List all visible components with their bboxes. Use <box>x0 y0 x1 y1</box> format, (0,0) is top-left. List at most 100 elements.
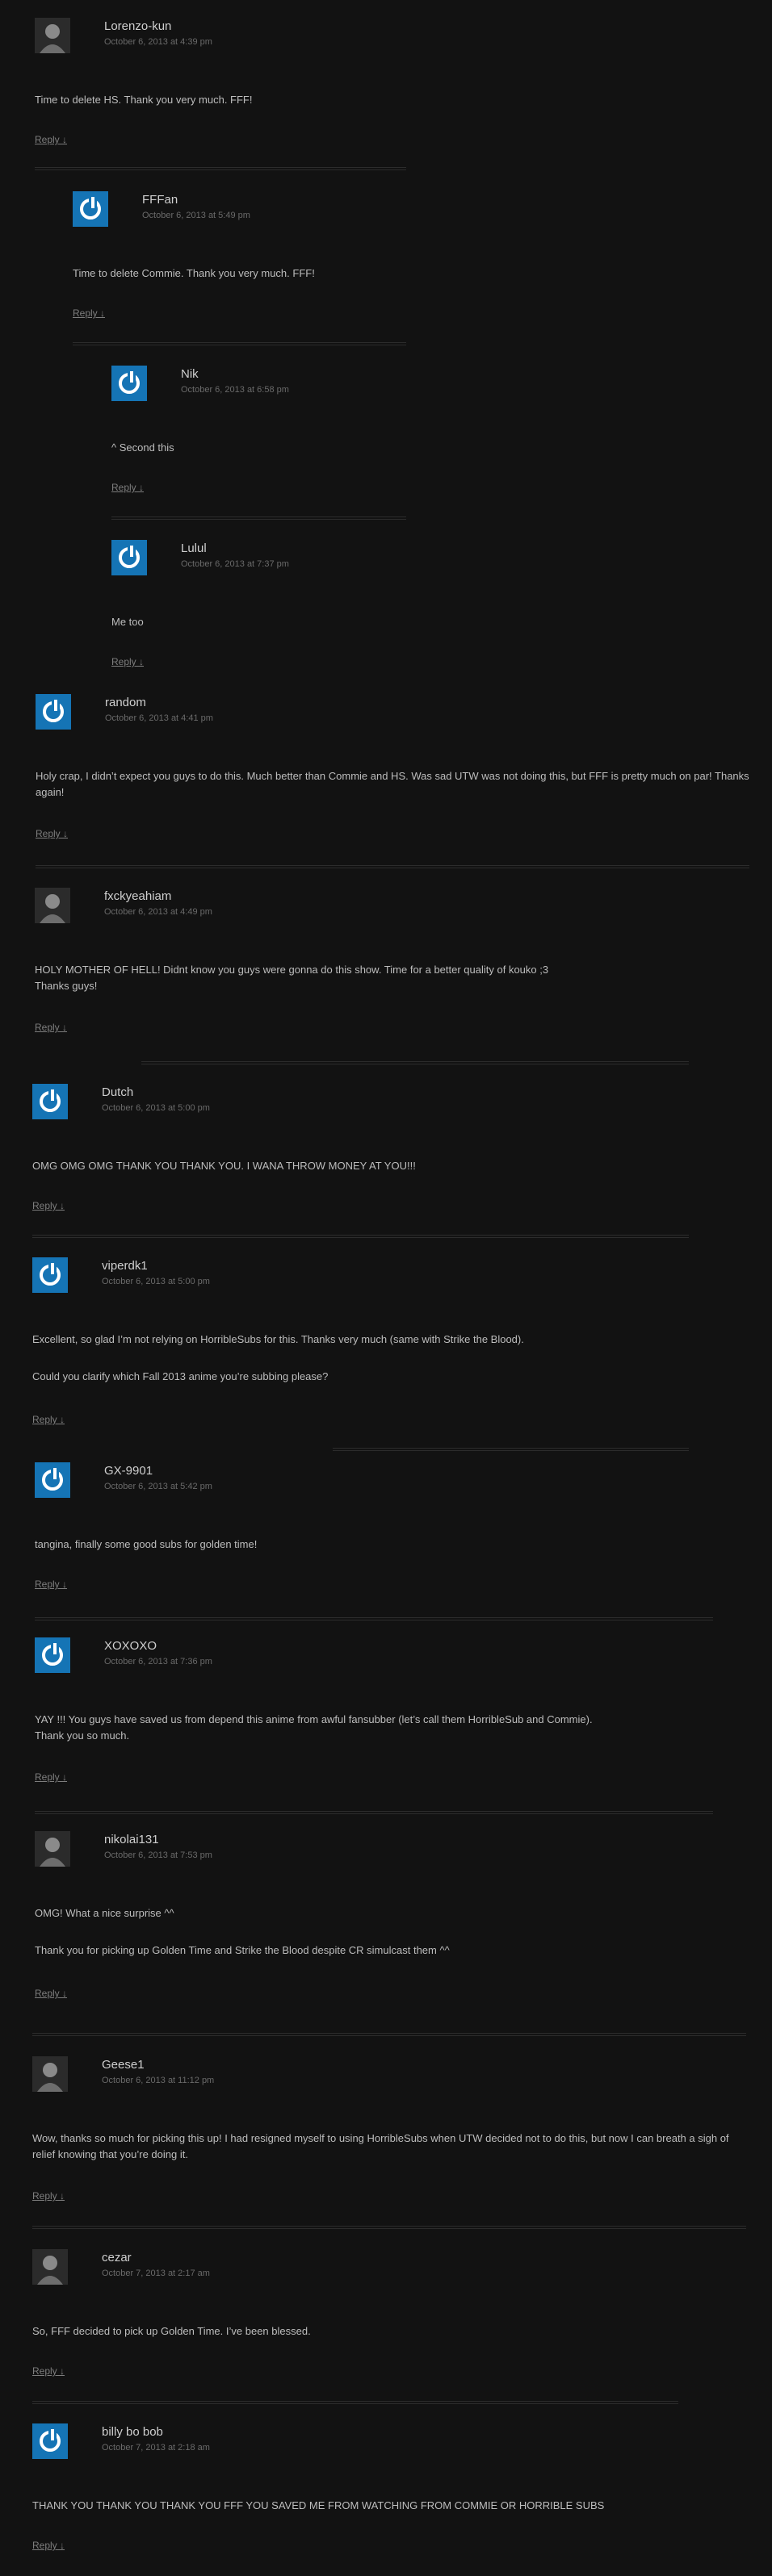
comment-author[interactable]: nikolai131 <box>104 1833 159 1846</box>
comment-author[interactable]: random <box>105 696 146 709</box>
avatar-photo-icon <box>35 18 70 53</box>
comment-date[interactable]: October 6, 2013 at 4:41 pm <box>105 713 213 723</box>
comment-paragraph: OMG OMG OMG THANK YOU THANK YOU. I WANA … <box>32 1160 416 1172</box>
comment-date[interactable]: October 6, 2013 at 7:36 pm <box>104 1657 212 1666</box>
reply-link[interactable]: Reply ↓ <box>35 1579 67 1590</box>
reply-link[interactable]: Reply ↓ <box>35 1022 67 1033</box>
comment-author[interactable]: Geese1 <box>102 2058 145 2072</box>
avatar-photo-icon <box>32 2056 68 2092</box>
reply-link[interactable]: Reply ↓ <box>32 1414 65 1425</box>
comment-body: Time to delete Commie. Thank you very mu… <box>73 266 638 303</box>
comment-author[interactable]: Lorenzo-kun <box>104 19 171 33</box>
reply-link[interactable]: Reply ↓ <box>35 1988 67 1999</box>
power-icon-stroke <box>128 371 136 383</box>
power-icon-stroke <box>48 2429 57 2440</box>
comment-body: OMG OMG OMG THANK YOU THANK YOU. I WANA … <box>32 1158 743 1195</box>
avatar[interactable] <box>32 2249 68 2285</box>
comment-paragraph: Wow, thanks so much for picking this up!… <box>32 2132 729 2160</box>
comment-paragraph: tangina, finally some good subs for gold… <box>35 1538 258 1550</box>
comment-date[interactable]: October 6, 2013 at 7:53 pm <box>104 1850 212 1860</box>
power-icon-stroke <box>52 700 60 711</box>
comment-paragraph: Holy crap, I didn’t expect you guys to d… <box>36 770 749 798</box>
comment-author[interactable]: Lulul <box>181 542 207 555</box>
comment-date[interactable]: October 7, 2013 at 2:17 am <box>102 2269 210 2278</box>
comment-divider <box>141 1061 689 1064</box>
power-icon-stroke <box>51 1643 59 1654</box>
power-icon-stroke <box>128 546 136 557</box>
comment-paragraph: So, FFF decided to pick up Golden Time. … <box>32 2325 311 2337</box>
comment-paragraph: Could you clarify which Fall 2013 anime … <box>32 1370 329 1382</box>
comment-author[interactable]: cezar <box>102 2251 132 2264</box>
avatar-photo-icon <box>35 888 70 923</box>
comment-body: Holy crap, I didn’t expect you guys to d… <box>36 768 754 822</box>
comment-author[interactable]: XOXOXO <box>104 1639 157 1653</box>
comment-divider <box>333 1448 689 1451</box>
comment-paragraph: HOLY MOTHER OF HELL! Didnt know you guys… <box>35 964 549 992</box>
comment-paragraph: OMG! What a nice surprise ^^ <box>35 1907 174 1919</box>
avatar[interactable] <box>35 18 70 53</box>
comment-body: THANK YOU THANK YOU THANK YOU FFF YOU SA… <box>32 2498 743 2535</box>
comment-date[interactable]: October 6, 2013 at 7:37 pm <box>181 559 289 569</box>
comment-date[interactable]: October 6, 2013 at 4:49 pm <box>104 907 212 917</box>
comment-date[interactable]: October 6, 2013 at 5:00 pm <box>102 1277 210 1286</box>
comment-date[interactable]: October 6, 2013 at 11:12 pm <box>102 2076 214 2085</box>
comment-author[interactable]: FFFan <box>142 193 178 207</box>
comment-date[interactable]: October 7, 2013 at 2:18 am <box>102 2443 210 2453</box>
comment-body: YAY !!! You guys have saved us from depe… <box>35 1712 745 1765</box>
comment-thread: Lorenzo-kun October 6, 2013 at 4:39 pm Tim… <box>0 0 772 2576</box>
comment-date[interactable]: October 6, 2013 at 4:39 pm <box>104 37 212 47</box>
reply-link[interactable]: Reply ↓ <box>32 2365 65 2377</box>
power-icon-stroke <box>48 1263 57 1274</box>
comment-date[interactable]: October 6, 2013 at 6:58 pm <box>181 385 289 395</box>
comment-date[interactable]: October 6, 2013 at 5:42 pm <box>104 1482 212 1491</box>
comment-author[interactable]: Nik <box>181 367 199 381</box>
comment-divider <box>111 516 406 520</box>
reply-link[interactable]: Reply ↓ <box>111 482 144 493</box>
reply-link[interactable]: Reply ↓ <box>32 2540 65 2551</box>
comment-body: So, FFF decided to pick up Golden Time. … <box>32 2323 743 2361</box>
avatar[interactable] <box>35 1462 70 1498</box>
power-icon-stroke <box>89 197 97 208</box>
reply-link[interactable]: Reply ↓ <box>32 2190 65 2202</box>
avatar[interactable] <box>35 1637 70 1673</box>
avatar[interactable] <box>35 888 70 923</box>
reply-link[interactable]: Reply ↓ <box>32 1200 65 1211</box>
avatar[interactable] <box>32 2056 68 2092</box>
comment-author[interactable]: viperdk1 <box>102 1259 148 1273</box>
avatar[interactable] <box>32 1084 68 1119</box>
comment-body: ^ Second this <box>111 440 596 477</box>
comment-date[interactable]: October 6, 2013 at 5:00 pm <box>102 1103 210 1113</box>
comment-divider <box>32 2226 746 2229</box>
power-icon-stroke <box>51 1468 59 1479</box>
comment-paragraph: Thank you for picking up Golden Time and… <box>35 1944 450 1956</box>
avatar[interactable] <box>111 540 147 575</box>
reply-link[interactable]: Reply ↓ <box>35 134 67 145</box>
avatar-photo-icon <box>35 1831 70 1867</box>
avatar[interactable] <box>35 1831 70 1867</box>
reply-link[interactable]: Reply ↓ <box>35 1771 67 1783</box>
comment-paragraph: Me too <box>111 616 144 628</box>
comment-body: OMG! What a nice surprise ^^ Thank you fo… <box>35 1905 745 1980</box>
avatar[interactable] <box>111 366 147 401</box>
comment-body: HOLY MOTHER OF HELL! Didnt know you guys… <box>35 962 745 1015</box>
avatar[interactable] <box>73 191 108 227</box>
reply-link[interactable]: Reply ↓ <box>73 307 105 319</box>
comment-author[interactable]: billy bo bob <box>102 2425 163 2439</box>
avatar[interactable] <box>32 2423 68 2459</box>
comment-author[interactable]: GX-9901 <box>104 1464 153 1478</box>
reply-link[interactable]: Reply ↓ <box>111 656 144 667</box>
comment-paragraph: THANK YOU THANK YOU THANK YOU FFF YOU SA… <box>32 2499 605 2511</box>
comment-divider <box>36 865 749 868</box>
avatar[interactable] <box>36 694 71 730</box>
comment-date[interactable]: October 6, 2013 at 5:49 pm <box>142 211 250 220</box>
avatar-photo-icon <box>32 2249 68 2285</box>
comment-divider <box>35 1811 713 1814</box>
comment-author[interactable]: Dutch <box>102 1085 133 1099</box>
comment-body: tangina, finally some good subs for gold… <box>35 1537 745 1574</box>
comment-body: Wow, thanks so much for picking this up!… <box>32 2131 743 2184</box>
reply-link[interactable]: Reply ↓ <box>36 828 68 839</box>
comment-author[interactable]: fxckyeahiam <box>104 889 171 903</box>
avatar[interactable] <box>32 1257 68 1293</box>
comment-paragraph: Excellent, so glad I’m not relying on Ho… <box>32 1333 524 1345</box>
comment-divider <box>32 2033 746 2036</box>
